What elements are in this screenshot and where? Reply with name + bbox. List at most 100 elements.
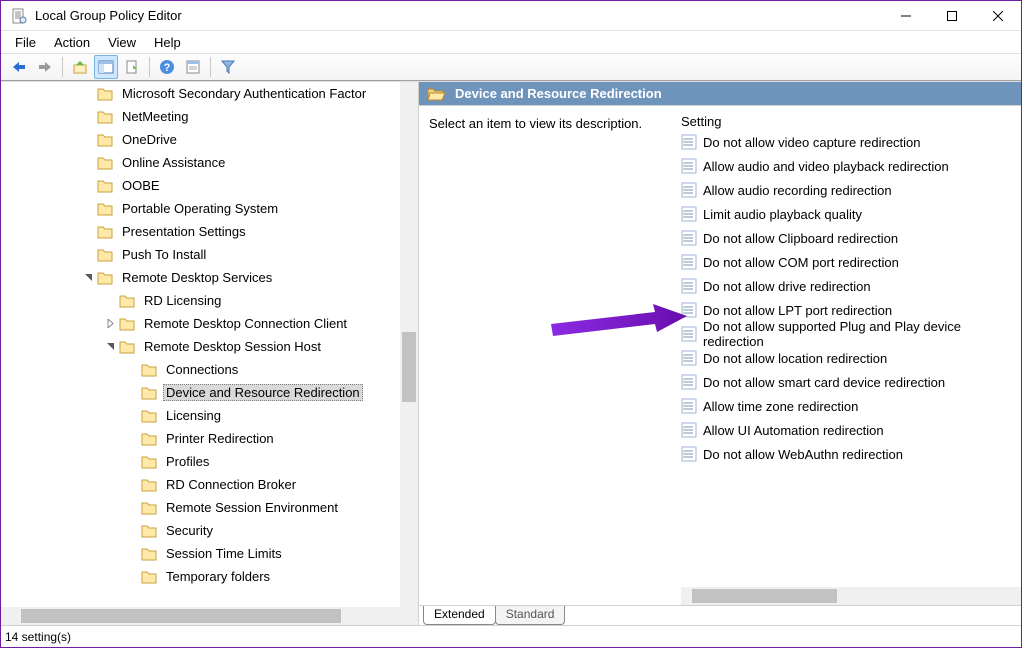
folder-open-icon <box>427 86 445 102</box>
tree-item-label: Session Time Limits <box>163 546 285 561</box>
tree-item[interactable]: Connections <box>1 358 400 381</box>
setting-label: Do not allow COM port redirection <box>703 255 899 270</box>
tree-expander[interactable] <box>81 225 95 239</box>
nav-back-button[interactable] <box>7 55 31 79</box>
tree-expander[interactable] <box>125 363 139 377</box>
help-button[interactable]: ? <box>155 55 179 79</box>
tree-item[interactable]: OOBE <box>1 174 400 197</box>
tree-item-label: Remote Desktop Session Host <box>141 339 324 354</box>
tree-item[interactable]: Printer Redirection <box>1 427 400 450</box>
tree-item[interactable]: Profiles <box>1 450 400 473</box>
settings-list[interactable]: Do not allow video capture redirection Al… <box>681 130 1021 587</box>
tab-standard[interactable]: Standard <box>495 606 566 625</box>
tree-item[interactable]: Remote Desktop Connection Client <box>1 312 400 335</box>
tree-item-label: Remote Desktop Connection Client <box>141 316 350 331</box>
tree-item[interactable]: Microsoft Secondary Authentication Facto… <box>1 82 400 105</box>
tree-expander[interactable] <box>81 133 95 147</box>
export-button[interactable] <box>120 55 144 79</box>
setting-item[interactable]: Do not allow COM port redirection <box>681 250 1021 274</box>
tree-expander[interactable] <box>81 110 95 124</box>
tree-item[interactable]: Online Assistance <box>1 151 400 174</box>
window-title: Local Group Policy Editor <box>35 8 883 23</box>
tree-item[interactable]: Security <box>1 519 400 542</box>
menu-file[interactable]: File <box>7 33 44 52</box>
nav-forward-button[interactable] <box>33 55 57 79</box>
tree-item[interactable]: Licensing <box>1 404 400 427</box>
setting-label: Do not allow LPT port redirection <box>703 303 892 318</box>
filter-button[interactable] <box>216 55 240 79</box>
tree-expander[interactable] <box>81 248 95 262</box>
tree-expander[interactable] <box>125 386 139 400</box>
tab-extended[interactable]: Extended <box>423 606 496 625</box>
setting-label: Limit audio playback quality <box>703 207 862 222</box>
tree-item[interactable]: Remote Desktop Session Host <box>1 335 400 358</box>
setting-item[interactable]: Allow audio recording redirection <box>681 178 1021 202</box>
setting-item[interactable]: Do not allow smart card device redirecti… <box>681 370 1021 394</box>
tree-item[interactable]: RD Licensing <box>1 289 400 312</box>
setting-item[interactable]: Allow audio and video playback redirecti… <box>681 154 1021 178</box>
tree-item-label: Profiles <box>163 454 212 469</box>
view-tabs: Extended Standard <box>419 605 1021 625</box>
tree-expander[interactable] <box>125 501 139 515</box>
tree-expander[interactable] <box>81 179 95 193</box>
tree-item[interactable]: Presentation Settings <box>1 220 400 243</box>
setting-item[interactable]: Do not allow video capture redirection <box>681 130 1021 154</box>
tree-vertical-scrollbar[interactable] <box>400 82 418 607</box>
tree-expander[interactable] <box>103 294 117 308</box>
close-button[interactable] <box>975 1 1021 30</box>
description-column: Select an item to view its description. <box>419 106 681 605</box>
setting-item[interactable]: Allow UI Automation redirection <box>681 418 1021 442</box>
tree-item-label: Push To Install <box>119 247 209 262</box>
tree-expander[interactable] <box>103 340 117 354</box>
properties-button[interactable] <box>181 55 205 79</box>
tree-item[interactable]: Remote Desktop Services <box>1 266 400 289</box>
tree-expander[interactable] <box>125 432 139 446</box>
menu-help[interactable]: Help <box>146 33 189 52</box>
setting-item[interactable]: Do not allow WebAuthn redirection <box>681 442 1021 466</box>
tree-view[interactable]: Microsoft Secondary Authentication Facto… <box>1 82 400 607</box>
tree-item[interactable]: NetMeeting <box>1 105 400 128</box>
tree-expander[interactable] <box>125 524 139 538</box>
tree-item-label: Microsoft Secondary Authentication Facto… <box>119 86 369 101</box>
settings-horizontal-scrollbar[interactable] <box>681 587 1021 605</box>
up-button[interactable] <box>68 55 92 79</box>
tree-expander[interactable] <box>125 455 139 469</box>
tree-expander[interactable] <box>81 271 95 285</box>
tree-item[interactable]: Session Time Limits <box>1 542 400 565</box>
tree-horizontal-scrollbar[interactable] <box>1 607 400 625</box>
setting-item[interactable]: Do not allow supported Plug and Play dev… <box>681 322 1021 346</box>
app-window: Local Group Policy Editor File Action Vi… <box>0 0 1022 648</box>
tree-expander[interactable] <box>81 156 95 170</box>
tree-item[interactable]: Portable Operating System <box>1 197 400 220</box>
tree-item-label: Online Assistance <box>119 155 228 170</box>
menu-action[interactable]: Action <box>46 33 98 52</box>
tree-expander[interactable] <box>125 547 139 561</box>
tree-expander[interactable] <box>81 202 95 216</box>
setting-item[interactable]: Do not allow location redirection <box>681 346 1021 370</box>
tree-expander[interactable] <box>125 478 139 492</box>
tree-item[interactable]: OneDrive <box>1 128 400 151</box>
tree-expander[interactable] <box>125 409 139 423</box>
tree-item[interactable]: Device and Resource Redirection <box>1 381 400 404</box>
setting-label: Allow audio and video playback redirecti… <box>703 159 949 174</box>
tree-item-label: NetMeeting <box>119 109 191 124</box>
setting-item[interactable]: Do not allow Clipboard redirection <box>681 226 1021 250</box>
status-text: 14 setting(s) <box>5 630 71 644</box>
minimize-button[interactable] <box>883 1 929 30</box>
setting-item[interactable]: Limit audio playback quality <box>681 202 1021 226</box>
tree-item[interactable]: Remote Session Environment <box>1 496 400 519</box>
maximize-button[interactable] <box>929 1 975 30</box>
tree-item[interactable]: Push To Install <box>1 243 400 266</box>
setting-item[interactable]: Allow time zone redirection <box>681 394 1021 418</box>
setting-item[interactable]: Do not allow drive redirection <box>681 274 1021 298</box>
tree-item[interactable]: Temporary folders <box>1 565 400 588</box>
tree-item[interactable]: RD Connection Broker <box>1 473 400 496</box>
setting-label: Allow time zone redirection <box>703 399 858 414</box>
tree-item-label: Licensing <box>163 408 224 423</box>
tree-expander[interactable] <box>81 87 95 101</box>
tree-expander[interactable] <box>103 317 117 331</box>
menu-view[interactable]: View <box>100 33 144 52</box>
show-hide-tree-button[interactable] <box>94 55 118 79</box>
settings-column-header[interactable]: Setting <box>681 106 1021 130</box>
tree-expander[interactable] <box>125 570 139 584</box>
